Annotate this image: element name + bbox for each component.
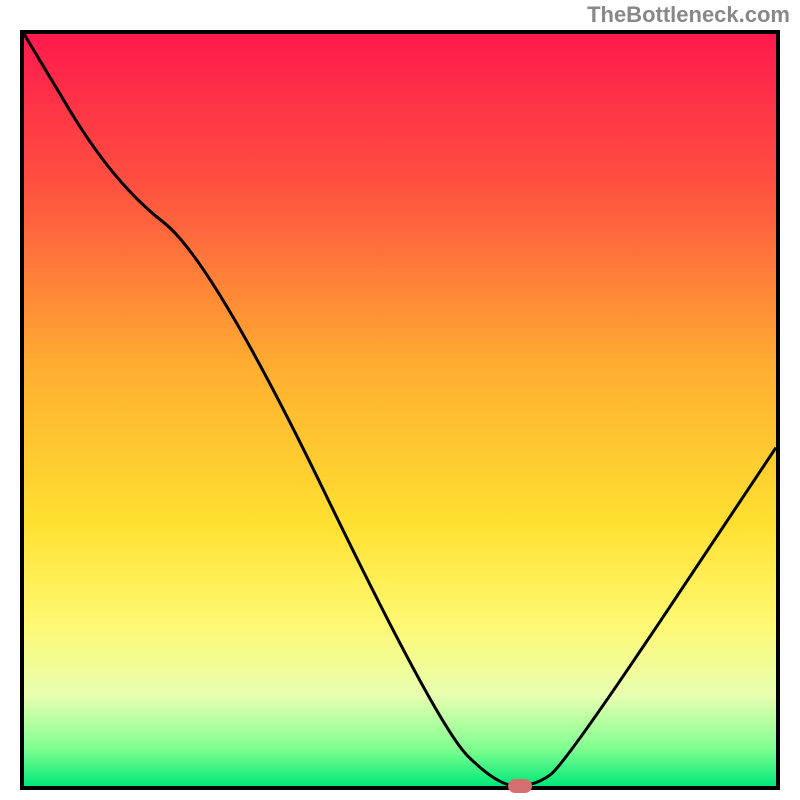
curve-layer (24, 34, 776, 786)
watermark-text: TheBottleneck.com (587, 2, 790, 28)
plot-area (20, 30, 780, 790)
optimal-marker (508, 779, 532, 793)
bottleneck-curve (24, 34, 776, 786)
chart-container: TheBottleneck.com (0, 0, 800, 800)
